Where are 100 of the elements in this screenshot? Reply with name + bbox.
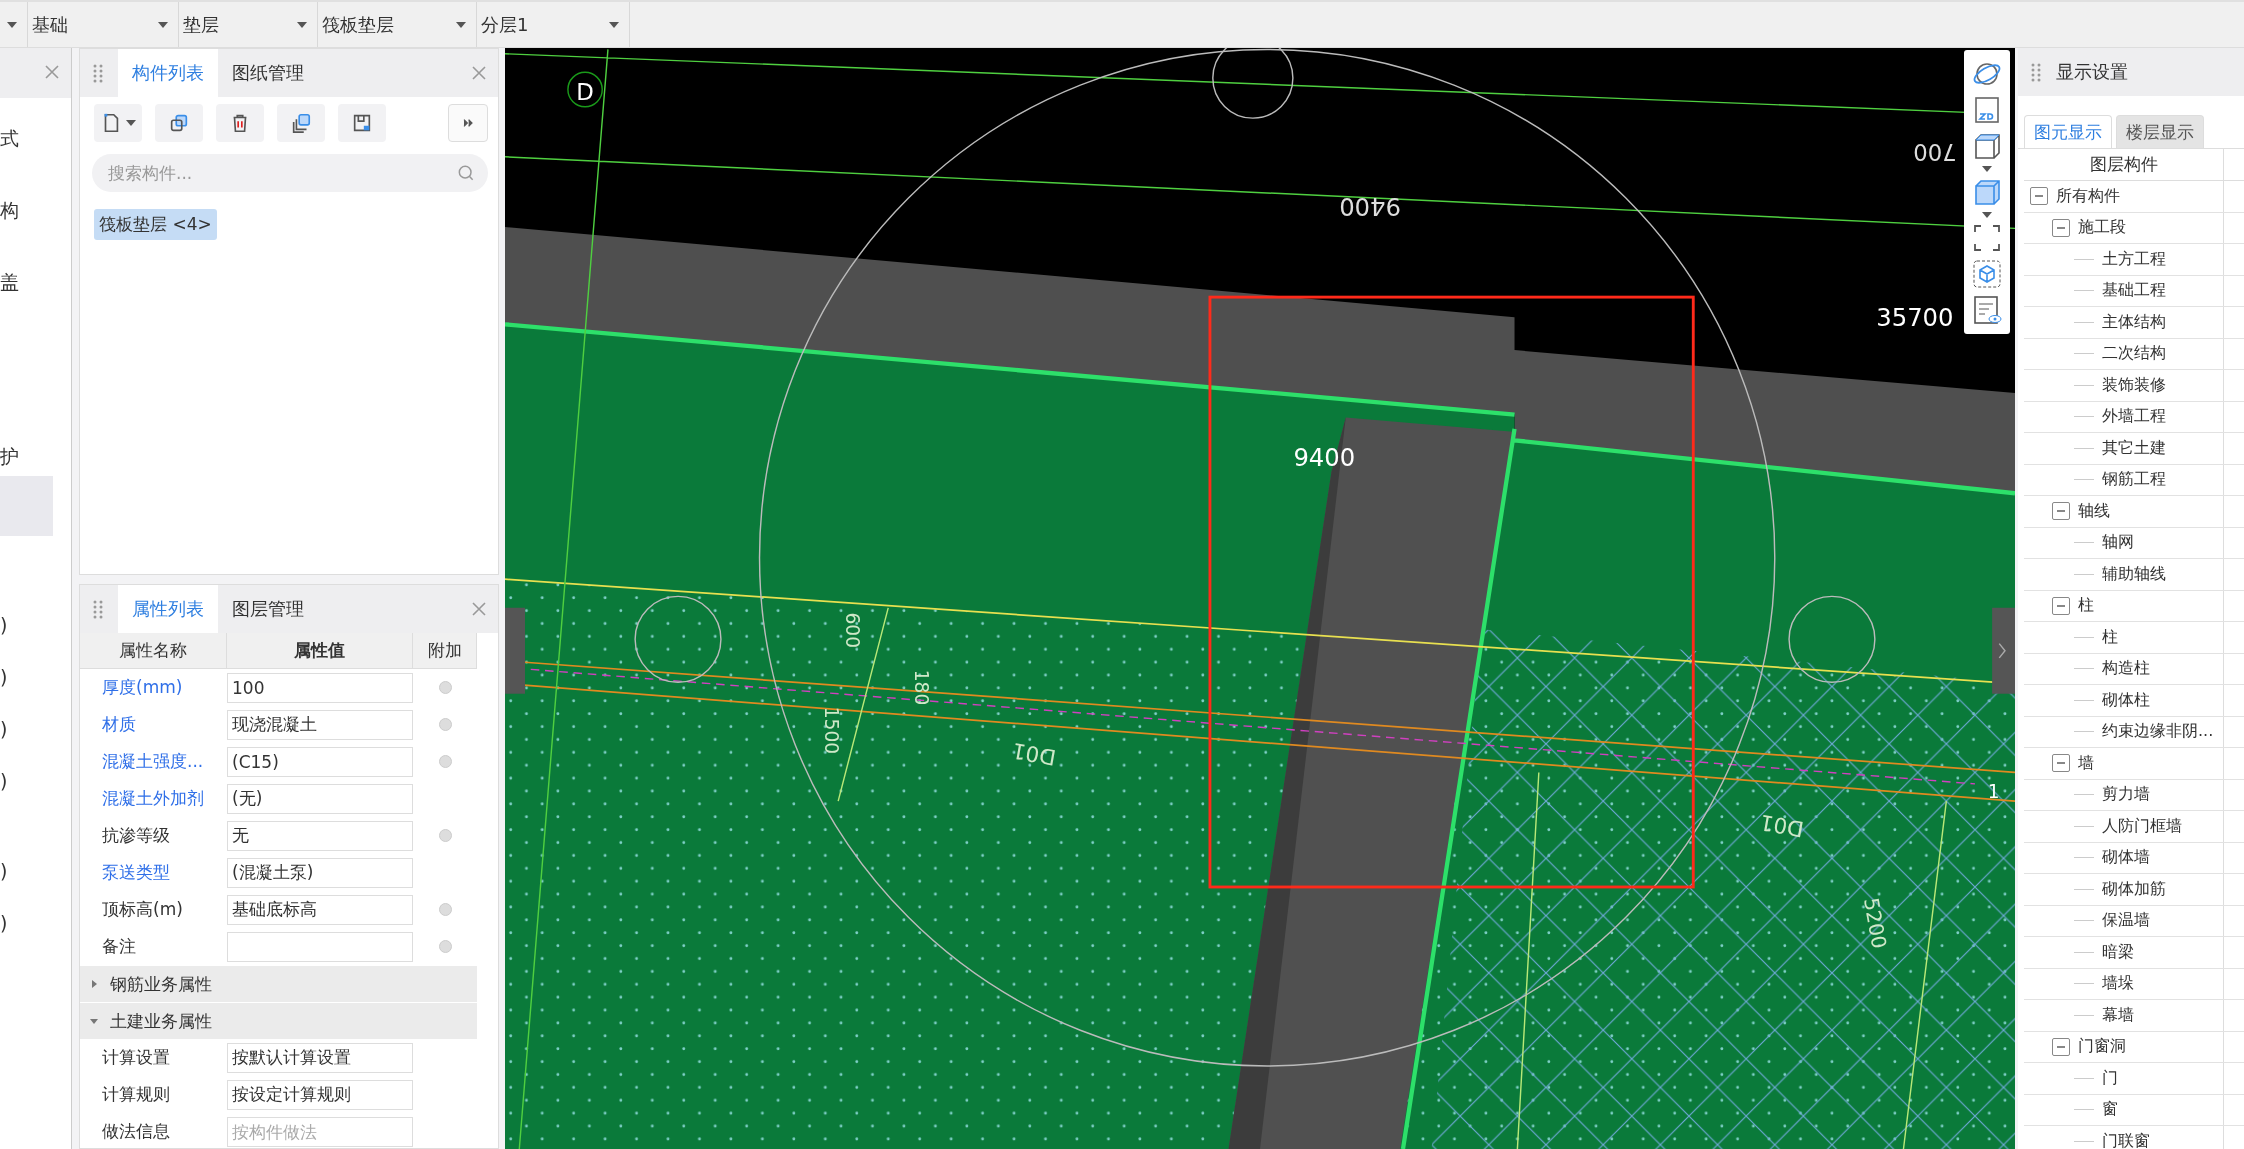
option-dot[interactable] — [438, 718, 452, 731]
save-template-button[interactable] — [338, 104, 386, 142]
tree-row[interactable]: 砌体柱 — [2024, 685, 2244, 717]
caret-icon — [609, 21, 619, 28]
caret-icon — [90, 1017, 98, 1025]
layer-copy-button[interactable] — [277, 104, 325, 142]
tree-row[interactable]: 外墙工程 — [2024, 401, 2244, 433]
tree-row[interactable]: 轴线 — [2024, 496, 2244, 528]
tree-row[interactable]: 约束边缘非阴... — [2024, 716, 2244, 748]
delete-button[interactable] — [216, 104, 264, 142]
tree-label: 门窗洞 — [2078, 1036, 2126, 1058]
property-group[interactable]: 钢筋业务属性 — [80, 965, 477, 1002]
property-value-field[interactable]: 现浇混凝土 — [227, 709, 413, 740]
property-value-field[interactable]: 基础底标高 — [227, 894, 413, 925]
more-button[interactable] — [448, 104, 488, 142]
tree-row[interactable]: 门联窗 — [2024, 1126, 2244, 1149]
fullscreen-icon[interactable] — [1971, 222, 2003, 254]
list-eye-icon[interactable] — [1971, 294, 2003, 326]
property-group[interactable]: 土建业务属性 — [80, 1002, 477, 1039]
tree-row[interactable]: 施工段 — [2024, 212, 2244, 244]
tree-label: 柱 — [2102, 626, 2118, 648]
tree-row[interactable]: 钢筋工程 — [2024, 464, 2244, 496]
tree-row[interactable]: 墙 — [2024, 748, 2244, 780]
copy-button[interactable] — [155, 104, 203, 142]
property-value-field[interactable]: 按设定计算规则 — [227, 1079, 413, 1110]
tree-row[interactable]: 构造柱 — [2024, 653, 2244, 685]
tree-label: 门 — [2102, 1067, 2118, 1089]
property-value-field[interactable]: 按构件做法 — [227, 1116, 413, 1147]
tree-label: 约束边缘非阴... — [2102, 721, 2214, 743]
property-value-field[interactable]: 按默认计算设置 — [227, 1042, 413, 1073]
dimension-label: 5200 — [1858, 896, 1892, 951]
panel-tab[interactable]: 构件列表 — [118, 49, 218, 97]
close-icon[interactable] — [470, 600, 488, 618]
property-value-field[interactable]: (混凝土泵) — [227, 857, 413, 888]
expand-toggle[interactable] — [2052, 502, 2070, 521]
tree-row[interactable]: 窗 — [2024, 1094, 2244, 1126]
tree-row[interactable]: 墙垛 — [2024, 968, 2244, 1000]
option-dot[interactable] — [438, 903, 452, 916]
dropdown[interactable]: 分层1 — [477, 2, 630, 47]
tree-row[interactable]: 剪力墙 — [2024, 779, 2244, 811]
tree-row[interactable]: 人防门框墙 — [2024, 811, 2244, 843]
tree-row[interactable]: 辅助轴线 — [2024, 559, 2244, 591]
close-icon[interactable] — [470, 64, 488, 82]
dropdown[interactable]: 筏板垫层 — [318, 2, 477, 47]
expand-toggle[interactable] — [2052, 1037, 2070, 1056]
side-label: ) — [0, 912, 9, 934]
tree-row[interactable]: 所有构件 — [2024, 181, 2244, 213]
tree-row[interactable]: 幕墙 — [2024, 1000, 2244, 1032]
panel-tab[interactable]: 图层管理 — [218, 585, 318, 633]
dimension-label: 1500 — [820, 706, 842, 755]
tree-row[interactable]: 装饰装修 — [2024, 370, 2244, 402]
new-component-button[interactable] — [94, 104, 142, 142]
expand-toggle[interactable] — [2052, 218, 2070, 237]
expand-toggle[interactable] — [2052, 596, 2070, 615]
tree-row[interactable]: 柱 — [2024, 622, 2244, 654]
option-dot[interactable] — [438, 829, 452, 842]
option-dot[interactable] — [438, 681, 452, 694]
side-label: ) — [0, 770, 9, 792]
tree-label: 施工段 — [2078, 217, 2126, 239]
tree-row[interactable]: 门窗洞 — [2024, 1031, 2244, 1063]
property-value-field[interactable]: (无) — [227, 783, 413, 814]
component-item[interactable]: 筏板垫层 <4> — [94, 209, 217, 240]
panel-tab[interactable]: 图元显示 — [2024, 115, 2112, 148]
tree-row[interactable]: 砌体加筋 — [2024, 874, 2244, 906]
panel-tab[interactable]: 图纸管理 — [218, 49, 318, 97]
tree-label: 装饰装修 — [2102, 374, 2166, 396]
property-value-field[interactable]: 100 — [227, 672, 413, 703]
caret-icon — [456, 21, 466, 28]
close-icon[interactable] — [43, 63, 61, 81]
expand-toggle[interactable] — [2030, 187, 2048, 206]
tree-row[interactable]: 轴网 — [2024, 527, 2244, 559]
property-value-field[interactable]: (C15) — [227, 746, 413, 777]
tree-row[interactable]: 土方工程 — [2024, 244, 2244, 276]
caret-icon — [1982, 212, 1992, 218]
expand-toggle[interactable] — [2052, 754, 2070, 773]
property-value-field[interactable]: 无 — [227, 820, 413, 851]
tree-row[interactable]: 保温墙 — [2024, 905, 2244, 937]
dimension-label: D01 — [1758, 809, 1806, 842]
caret-icon — [7, 21, 17, 28]
panel-tab[interactable]: 楼层显示 — [2116, 115, 2204, 148]
property-name: 计算设置 — [101, 1046, 171, 1069]
property-name: 混凝土外加剂 — [101, 787, 205, 810]
search-field[interactable]: 搜索构件... — [92, 154, 488, 192]
tree-row[interactable]: 主体结构 — [2024, 307, 2244, 339]
tree-row[interactable]: 基础工程 — [2024, 275, 2244, 307]
tree-row[interactable]: 砌体墙 — [2024, 842, 2244, 874]
property-value-field[interactable] — [227, 931, 413, 962]
tree-row[interactable]: 柱 — [2024, 590, 2244, 622]
tree-row[interactable]: 门 — [2024, 1063, 2244, 1095]
tree-label: 钢筋工程 — [2102, 469, 2166, 491]
dropdown[interactable]: 基础 — [28, 2, 179, 47]
panel-tab[interactable]: 属性列表 — [118, 585, 218, 633]
tree-row[interactable]: 暗梁 — [2024, 937, 2244, 969]
option-dot[interactable] — [438, 940, 452, 953]
dimension-label: 9400 — [1293, 443, 1356, 473]
option-dot[interactable] — [438, 755, 452, 768]
tree-row[interactable]: 二次结构 — [2024, 338, 2244, 370]
dropdown[interactable]: 垫层 — [179, 2, 318, 47]
tree-row[interactable]: 其它土建 — [2024, 433, 2244, 465]
dashed-cube-icon[interactable] — [1971, 258, 2003, 290]
